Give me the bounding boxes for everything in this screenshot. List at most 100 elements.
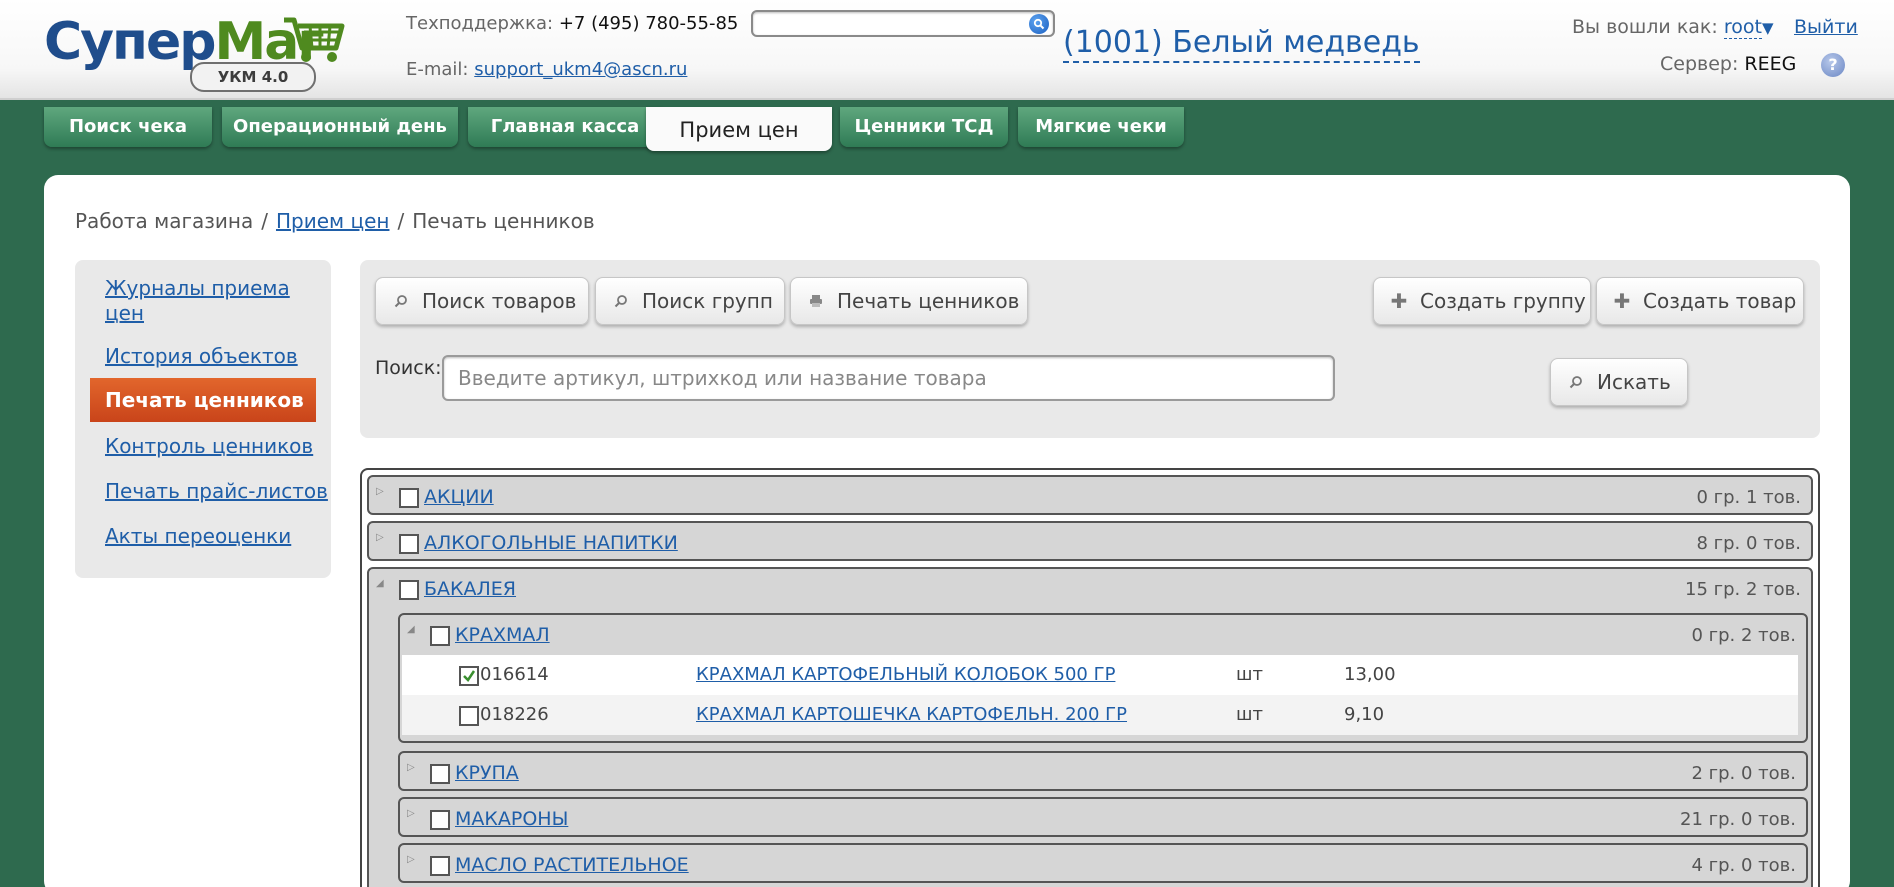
support-phone: +7 (495) 780-55-85	[558, 13, 739, 34]
search-button[interactable]: Искать	[1550, 358, 1688, 406]
sidebar-item-object-history[interactable]: История объектов	[105, 344, 298, 369]
login-label: Вы вошли как:	[1572, 16, 1718, 38]
subgroup-name[interactable]: МАСЛО РАСТИТЕЛЬНОЕ	[455, 854, 689, 876]
tree-group[interactable]: ▷ АКЦИИ 0 гр. 1 тов.	[367, 475, 1813, 515]
subgroup-name[interactable]: КРАХМАЛ	[455, 624, 550, 646]
subgroup-name[interactable]: КРУПА	[455, 762, 519, 784]
product-unit: шт	[1236, 704, 1263, 725]
product-name[interactable]: КРАХМАЛ КАРТОШЕЧКА КАРТОФЕЛЬН. 200 ГР	[696, 704, 1127, 725]
product-price: 13,00	[1344, 664, 1396, 685]
email-label: E-mail:	[406, 59, 469, 80]
print-price-tags-label: Печать ценников	[837, 289, 1020, 313]
subgroup-checkbox[interactable]	[430, 626, 450, 646]
group-count: 15 гр. 2 тов.	[1685, 579, 1801, 600]
breadcrumb-separator: /	[261, 209, 268, 233]
store-selector[interactable]: (1001) Белый медведь	[1063, 25, 1420, 63]
collapse-triangle-icon[interactable]: ◢	[407, 624, 415, 635]
search-products-label: Поиск товаров	[422, 289, 577, 313]
search-icon	[1565, 375, 1587, 389]
sidebar: Журналы приема цен История объектов Печа…	[75, 260, 331, 578]
tree-subgroup[interactable]: ▷ КРУПА 2 гр. 0 тов.	[398, 751, 1808, 791]
expand-triangle-icon[interactable]: ▷	[407, 762, 415, 773]
product-row[interactable]: 018226 КРАХМАЛ КАРТОШЕЧКА КАРТОФЕЛЬН. 20…	[402, 695, 1798, 735]
tree-subgroup[interactable]: ▷ МАСЛО РАСТИТЕЛЬНОЕ 4 гр. 0 тов.	[398, 843, 1808, 883]
shopping-cart-icon	[284, 17, 345, 62]
email-info: E-mail: support_ukm4@ascn.ru	[406, 59, 687, 80]
create-group-button[interactable]: ✚ Создать группу	[1373, 277, 1591, 325]
group-name[interactable]: АКЦИИ	[424, 486, 494, 508]
search-products-button[interactable]: Поиск товаров	[375, 277, 589, 325]
subgroup-checkbox[interactable]	[430, 764, 450, 784]
checkmark-icon	[463, 670, 476, 682]
expand-triangle-icon[interactable]: ▷	[407, 808, 415, 819]
search-icon	[610, 294, 632, 308]
product-tree: ▷ АКЦИИ 0 гр. 1 тов. ▷ АЛКОГОЛЬНЫЕ НАПИТ…	[360, 468, 1820, 887]
search-icon[interactable]	[1029, 14, 1049, 34]
search-groups-label: Поиск групп	[642, 289, 773, 313]
breadcrumb: Работа магазина / Прием цен / Печать ценнико…	[75, 209, 595, 233]
product-unit: шт	[1236, 664, 1263, 685]
breadcrumb-link[interactable]: Прием цен	[276, 209, 389, 233]
tree-group-expanded[interactable]: ◢ БАКАЛЕЯ 15 гр. 2 тов. ◢ КРАХМАЛ 0 гр. …	[367, 567, 1813, 887]
tree-group[interactable]: ▷ АЛКОГОЛЬНЫЕ НАПИТКИ 8 гр. 0 тов.	[367, 521, 1813, 561]
login-info: Вы вошли как: root▼	[1572, 16, 1774, 39]
tree-subgroup-expanded[interactable]: ◢ КРАХМАЛ 0 гр. 2 тов. 016614 КРАХМАЛ КА…	[398, 613, 1808, 743]
product-code: 016614	[480, 664, 549, 685]
group-checkbox[interactable]	[399, 580, 419, 600]
caret-down-icon[interactable]: ▼	[1762, 19, 1774, 37]
subgroup-count: 4 гр. 0 тов.	[1691, 855, 1796, 876]
search-label: Поиск:	[375, 357, 442, 379]
email-link[interactable]: support_ukm4@ascn.ru	[474, 59, 687, 80]
collapse-triangle-icon[interactable]: ◢	[376, 578, 384, 589]
group-count: 0 гр. 1 тов.	[1696, 487, 1801, 508]
logout-link[interactable]: Выйти	[1794, 16, 1858, 38]
content-panel: Работа магазина / Прием цен / Печать ценнико…	[44, 175, 1850, 887]
group-checkbox[interactable]	[399, 534, 419, 554]
expand-triangle-icon[interactable]: ▷	[376, 486, 384, 497]
product-search-input[interactable]	[442, 355, 1335, 401]
sidebar-item-price-tag-control[interactable]: Контроль ценников	[105, 434, 313, 459]
sidebar-item-price-journals[interactable]: Журналы приема цен	[105, 276, 305, 326]
tab-soft-receipts[interactable]: Мягкие чеки	[1018, 107, 1184, 147]
logo[interactable]: СуперМаг УКМ 4.0	[44, 10, 354, 92]
subgroup-count: 21 гр. 0 тов.	[1680, 809, 1796, 830]
group-checkbox[interactable]	[399, 488, 419, 508]
product-checkbox-checked[interactable]	[459, 666, 479, 686]
product-row[interactable]: 016614 КРАХМАЛ КАРТОФЕЛЬНЫЙ КОЛОБОК 500 …	[402, 655, 1798, 695]
tab-main-cashbox[interactable]: Главная касса	[468, 107, 662, 147]
search-button-label: Искать	[1597, 370, 1671, 394]
header: СуперМаг УКМ 4.0 Техподдержка: +7 (495) …	[0, 0, 1894, 100]
version-badge: УКМ 4.0	[190, 62, 316, 92]
tab-price-receiving[interactable]: Прием цен	[646, 107, 832, 151]
subgroup-checkbox[interactable]	[430, 810, 450, 830]
group-name[interactable]: АЛКОГОЛЬНЫЕ НАПИТКИ	[424, 532, 678, 554]
sidebar-item-print-price-lists[interactable]: Печать прайс-листов	[105, 479, 328, 504]
product-code: 018226	[480, 704, 549, 725]
product-name[interactable]: КРАХМАЛ КАРТОФЕЛЬНЫЙ КОЛОБОК 500 ГР	[696, 664, 1115, 685]
subgroup-checkbox[interactable]	[430, 856, 450, 876]
sidebar-item-print-price-tags[interactable]: Печать ценников	[90, 378, 316, 422]
tab-operational-day[interactable]: Операционный день	[222, 107, 458, 147]
subgroup-name[interactable]: МАКАРОНЫ	[455, 808, 568, 830]
tab-tsd-price-tags[interactable]: Ценники ТСД	[840, 107, 1008, 147]
expand-triangle-icon[interactable]: ▷	[376, 532, 384, 543]
tab-receipt-search[interactable]: Поиск чека	[44, 107, 212, 147]
breadcrumb-separator: /	[397, 209, 405, 233]
user-menu[interactable]: root	[1723, 16, 1762, 39]
header-search-field[interactable]	[751, 10, 1055, 37]
group-count: 8 гр. 0 тов.	[1696, 533, 1801, 554]
sidebar-item-revaluation-acts[interactable]: Акты переоценки	[105, 524, 291, 549]
search-groups-button[interactable]: Поиск групп	[595, 277, 785, 325]
product-price: 9,10	[1344, 704, 1385, 725]
help-icon[interactable]: ?	[1821, 53, 1845, 77]
print-price-tags-button[interactable]: Печать ценников	[790, 277, 1028, 325]
subgroup-count: 0 гр. 2 тов.	[1691, 625, 1796, 646]
toolbar: Поиск товаров Поиск групп Печать ценнико…	[360, 260, 1820, 438]
group-name[interactable]: БАКАЛЕЯ	[424, 578, 516, 600]
create-product-button[interactable]: ✚ Создать товар	[1596, 277, 1804, 325]
product-checkbox[interactable]	[459, 706, 479, 726]
expand-triangle-icon[interactable]: ▷	[407, 854, 415, 865]
tree-subgroup[interactable]: ▷ МАКАРОНЫ 21 гр. 0 тов.	[398, 797, 1808, 837]
support-label: Техподдержка:	[406, 13, 554, 34]
subgroup-count: 2 гр. 0 тов.	[1691, 763, 1796, 784]
